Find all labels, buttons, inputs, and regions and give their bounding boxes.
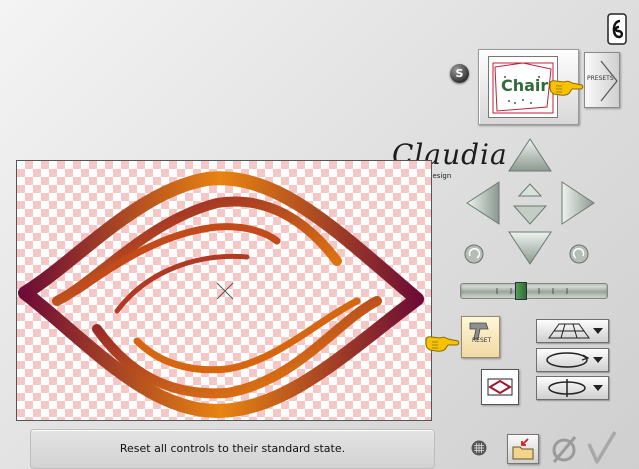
rotate-left-button[interactable] [463, 243, 485, 265]
scale-up-arrow[interactable] [517, 182, 543, 198]
preview-canvas[interactable] [16, 160, 432, 421]
pointing-hand-icon [549, 80, 584, 96]
rotation-ellipse-icon [546, 352, 603, 368]
perspective-mode-dropdown[interactable] [536, 319, 609, 343]
grid-icon[interactable] [471, 440, 487, 456]
checkmark-icon[interactable] [585, 430, 619, 466]
status-bar: Reset all controls to their standard sta… [30, 429, 435, 469]
pointing-hand-icon [425, 336, 460, 352]
perspective-grid-icon [548, 323, 603, 339]
open-folder-button[interactable] [507, 434, 539, 464]
rotate-right-button[interactable] [568, 243, 590, 265]
cancel-slash-icon[interactable] [549, 434, 579, 464]
zoom-slider-thumb[interactable] [515, 282, 527, 300]
reset-label: RESET [472, 337, 492, 344]
folder-arrow-icon [512, 438, 534, 460]
slider-ticks [496, 288, 568, 294]
app-logo-icon [607, 13, 627, 45]
status-text: Reset all controls to their standard sta… [119, 442, 346, 455]
preset-thumbnail-word: Chair [501, 76, 548, 95]
presets-button[interactable]: PRESETS [584, 52, 620, 108]
rotation-mode-dropdown[interactable] [536, 348, 609, 372]
move-right-arrow[interactable] [560, 180, 596, 226]
flip-axis-icon [548, 379, 603, 397]
move-down-arrow[interactable] [507, 230, 553, 266]
shape-thumbnail-icon [487, 378, 513, 396]
settings-badge[interactable]: S [450, 64, 469, 83]
flip-mode-dropdown[interactable] [536, 376, 609, 400]
zoom-slider[interactable] [460, 283, 608, 299]
presets-arrow-icon [600, 60, 618, 102]
preview-shape [18, 171, 424, 418]
move-left-arrow[interactable] [465, 180, 501, 226]
shape-thumbnail-button[interactable] [481, 369, 519, 405]
preset-thumbnail-art: Chair [492, 62, 554, 114]
move-up-arrow[interactable] [507, 137, 553, 173]
scale-down-arrow[interactable] [512, 204, 548, 226]
